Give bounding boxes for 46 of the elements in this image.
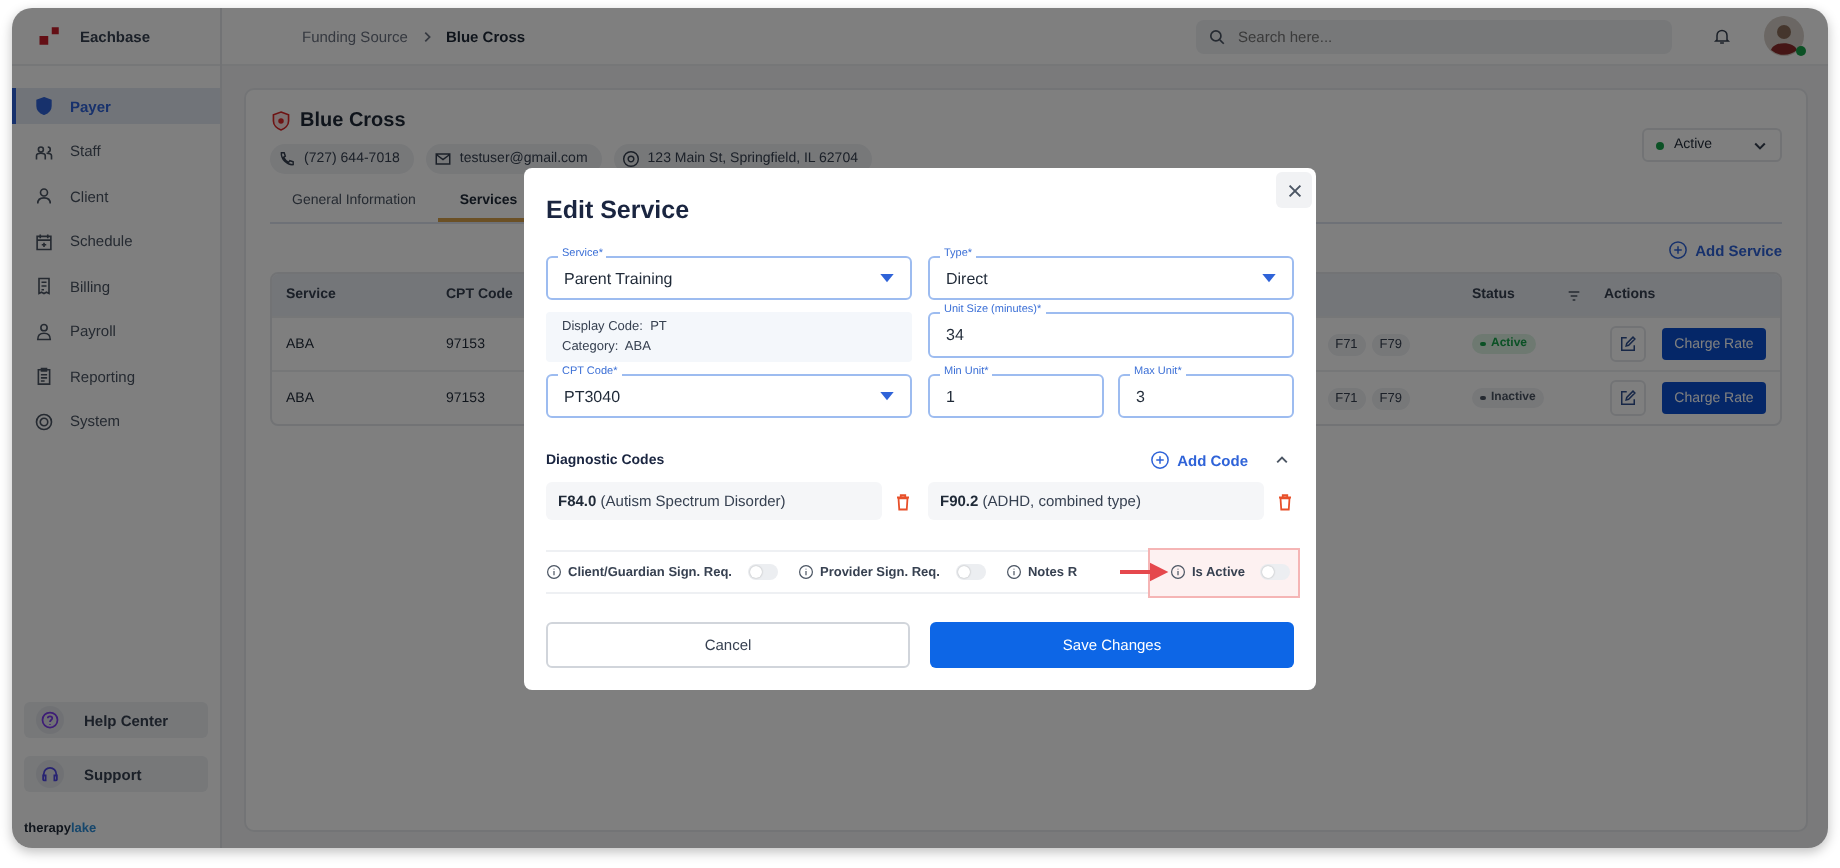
shield-icon <box>270 110 292 132</box>
person-icon <box>34 186 54 206</box>
calendar-icon <box>34 231 54 251</box>
location-icon <box>621 150 640 168</box>
filter-icon[interactable] <box>1566 287 1582 303</box>
edit-button[interactable] <box>1610 326 1646 362</box>
toggle-switch[interactable] <box>955 564 986 580</box>
dropdown-icon <box>1262 273 1276 283</box>
chevron-icon <box>419 29 434 43</box>
people-icon <box>34 141 54 161</box>
shield-icon <box>34 96 54 116</box>
status-dot <box>1656 141 1664 149</box>
close-icon <box>1285 181 1303 199</box>
receipt-icon <box>34 276 54 296</box>
avatar[interactable] <box>1764 16 1804 56</box>
info-icon <box>546 564 562 580</box>
edit-icon <box>1618 334 1638 354</box>
edit-button[interactable] <box>1610 380 1646 416</box>
payer-name: Blue Cross <box>300 110 406 132</box>
bell-icon[interactable] <box>1712 26 1732 46</box>
info-icon <box>1005 564 1022 580</box>
headset-icon <box>36 760 64 788</box>
settings-icon <box>34 411 54 431</box>
clipboard-icon <box>34 366 54 386</box>
envelope-icon <box>433 150 452 168</box>
plus-icon <box>1667 240 1688 260</box>
dropdown-icon <box>880 273 894 283</box>
toggle-switch[interactable] <box>747 564 778 580</box>
trash-icon[interactable] <box>894 491 912 511</box>
help-icon <box>36 706 64 734</box>
search-icon <box>1208 27 1226 45</box>
close-button[interactable] <box>1276 172 1312 208</box>
chevron-icon[interactable] <box>1274 452 1290 468</box>
person-icon <box>34 321 54 341</box>
toggle-switch[interactable] <box>1260 564 1290 580</box>
edit-icon <box>1618 388 1638 408</box>
dropdown-icon <box>880 391 894 401</box>
arrow-icon <box>1120 562 1170 582</box>
dialog-title: Edit Service <box>546 196 690 224</box>
trash-icon[interactable] <box>1276 491 1294 511</box>
info-icon <box>797 564 814 580</box>
plus-icon <box>1149 450 1170 470</box>
phone-icon <box>278 150 296 168</box>
caret-icon <box>1752 137 1768 153</box>
logo-icon <box>36 22 64 50</box>
info-icon <box>1170 564 1186 580</box>
